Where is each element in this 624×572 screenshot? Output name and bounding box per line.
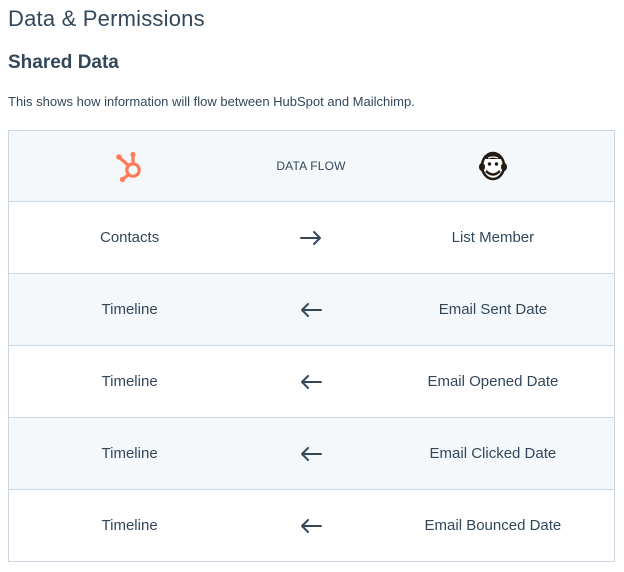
table-header-row: DATA FLOW (9, 131, 614, 201)
table-row: Timeline Email Clicked Date (9, 417, 614, 489)
mailchimp-field-label: Email Bounced Date (424, 517, 562, 534)
section-title: Shared Data (8, 52, 119, 73)
data-flow-table: DATA FLOW Contacts List Member Timeline (8, 130, 615, 562)
arrow-left-icon (250, 518, 372, 534)
hubspot-object-label: Timeline (101, 445, 158, 462)
arrow-left-icon (250, 446, 372, 462)
data-flow-header: DATA FLOW (276, 159, 346, 173)
section-description: This shows how information will flow bet… (8, 94, 415, 109)
arrow-right-icon (250, 230, 372, 246)
hubspot-column-header (9, 148, 250, 184)
mailchimp-field-label: Email Opened Date (427, 373, 559, 390)
mailchimp-column-header (372, 149, 614, 183)
mailchimp-field-label: List Member (451, 229, 535, 246)
table-row: Contacts List Member (9, 201, 614, 273)
hubspot-logo-icon (115, 151, 141, 183)
hubspot-object-label: Timeline (101, 517, 158, 534)
arrow-left-icon (250, 374, 372, 390)
page-title: Data & Permissions (8, 6, 205, 31)
mailchimp-logo-icon (478, 151, 507, 181)
table-row: Timeline Email Opened Date (9, 345, 614, 417)
hubspot-object-label: Contacts (100, 229, 160, 246)
table-row: Timeline Email Sent Date (9, 273, 614, 345)
hubspot-object-label: Timeline (101, 373, 158, 390)
arrow-left-icon (250, 302, 372, 318)
hubspot-object-label: Timeline (101, 301, 158, 318)
mailchimp-field-label: Email Clicked Date (429, 445, 557, 462)
mailchimp-field-label: Email Sent Date (438, 301, 548, 318)
table-row: Timeline Email Bounced Date (9, 489, 614, 561)
